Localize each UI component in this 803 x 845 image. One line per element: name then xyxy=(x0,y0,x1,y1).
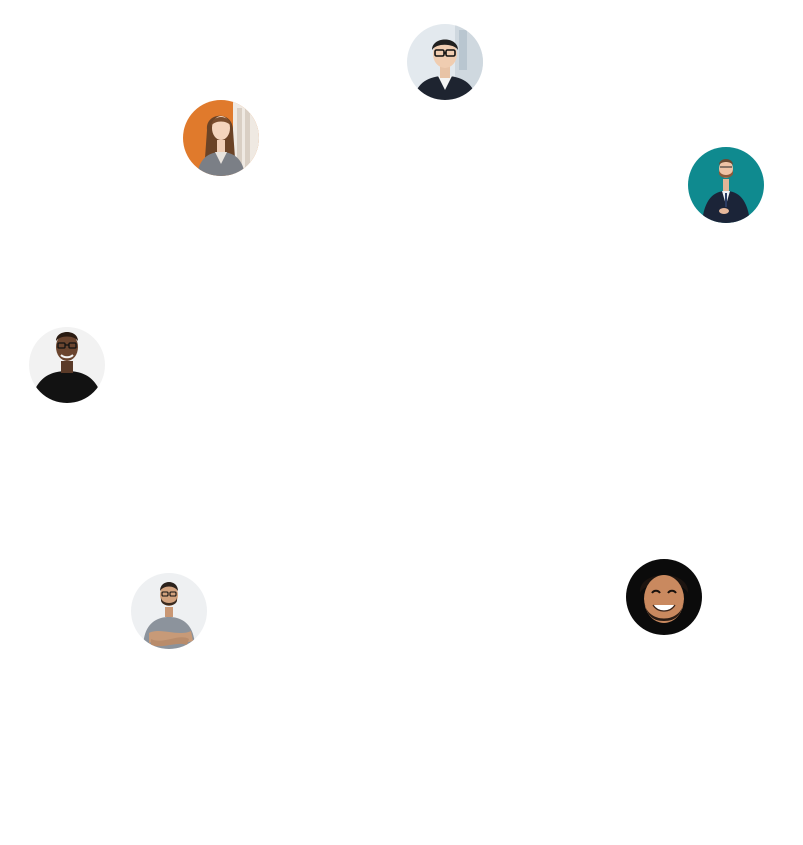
portrait-image xyxy=(407,24,483,100)
portrait-image xyxy=(688,147,764,223)
portrait-image xyxy=(183,100,259,176)
avatar-man-arms-crossed[interactable] xyxy=(131,573,207,649)
avatar-glasses-man[interactable] xyxy=(407,24,483,100)
avatar-woman-blazer[interactable] xyxy=(183,100,259,176)
avatar-smiling-bearded-man[interactable] xyxy=(626,559,702,635)
portrait-image xyxy=(29,327,105,403)
avatar-cloud xyxy=(0,0,803,845)
avatar-man-navy-suit[interactable] xyxy=(688,147,764,223)
portrait-image xyxy=(131,573,207,649)
avatar-man-black-tshirt[interactable] xyxy=(29,327,105,403)
portrait-image xyxy=(626,559,702,635)
